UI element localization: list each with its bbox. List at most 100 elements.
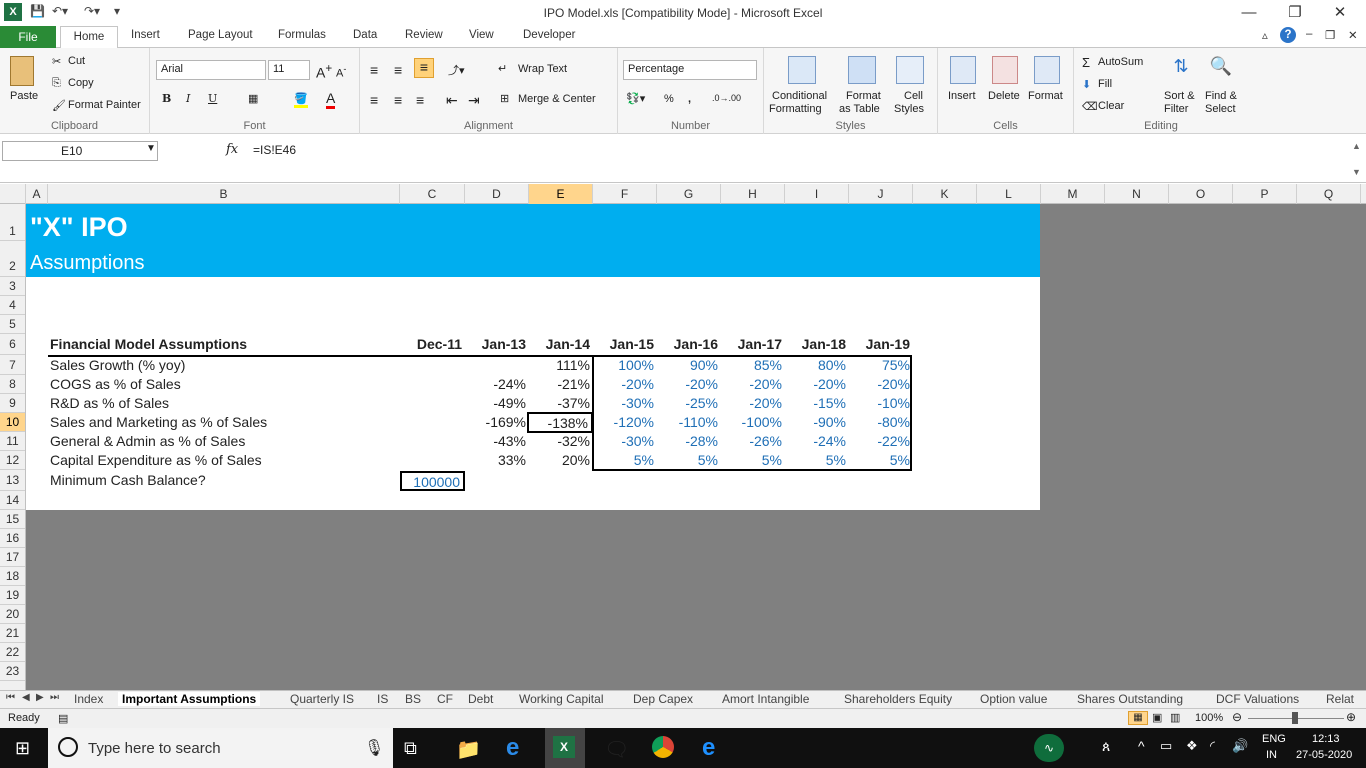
zoom-level[interactable]: 100%	[1195, 712, 1223, 724]
cell-j12[interactable]: 5%	[849, 451, 910, 470]
conditional-formatting-line1[interactable]: Conditional	[772, 90, 827, 102]
minimize-icon[interactable]: —	[1234, 2, 1264, 24]
cell-f9[interactable]: -30%	[593, 394, 654, 413]
increase-indent-icon[interactable]: ⇥	[468, 92, 480, 109]
sheet-tab-working-capital[interactable]: Working Capital	[519, 692, 603, 706]
period-header-g[interactable]: Jan-16	[657, 335, 718, 354]
people-icon[interactable]: ጰ	[1102, 738, 1110, 755]
cell-g8[interactable]: -20%	[657, 375, 718, 394]
insert-function-icon[interactable]: fx	[226, 142, 238, 157]
tab-developer[interactable]: Developer	[523, 29, 575, 41]
col-header-o[interactable]: O	[1169, 184, 1233, 204]
sheet-tab-relat[interactable]: Relat	[1326, 692, 1354, 706]
col-header-k[interactable]: K	[913, 184, 977, 204]
sheet-tab-option-value[interactable]: Option value	[980, 692, 1047, 706]
period-header-i[interactable]: Jan-18	[785, 335, 846, 354]
cell-g10[interactable]: -110%	[657, 413, 718, 432]
col-header-h[interactable]: H	[721, 184, 785, 204]
sheet-tab-is[interactable]: IS	[377, 692, 388, 706]
format-as-table-line1[interactable]: Format	[846, 90, 881, 102]
decrease-indent-icon[interactable]: ⇤	[446, 92, 458, 109]
cell-i11[interactable]: -24%	[785, 432, 846, 451]
wrap-text-icon[interactable]: ↵	[498, 62, 507, 75]
insert-cells-button[interactable]: Insert	[948, 90, 976, 102]
format-as-table-icon[interactable]	[848, 56, 876, 84]
row-label-min-cash[interactable]: Minimum Cash Balance?	[50, 471, 206, 490]
row-header-15[interactable]: 15	[0, 510, 25, 529]
last-sheet-icon[interactable]: ⏭	[50, 692, 59, 703]
row-label-capex[interactable]: Capital Expenditure as % of Sales	[50, 451, 262, 470]
page-layout-view-icon[interactable]: ▣	[1152, 711, 1162, 724]
row-label-cogs[interactable]: COGS as % of Sales	[50, 375, 181, 394]
task-view-icon[interactable]: ⧉	[404, 738, 417, 759]
next-sheet-icon[interactable]: ▶	[36, 692, 44, 703]
row-header-22[interactable]: 22	[0, 643, 25, 662]
col-header-q[interactable]: Q	[1297, 184, 1361, 204]
format-painter-icon[interactable]: 🖌	[52, 99, 66, 112]
cell-f10[interactable]: -120%	[593, 413, 654, 432]
tab-view[interactable]: View	[469, 29, 494, 41]
cell-h7[interactable]: 85%	[721, 356, 782, 375]
cell-e8[interactable]: -21%	[529, 375, 590, 394]
period-header-c[interactable]: Dec-11	[400, 335, 462, 354]
workbook-close-icon[interactable]: ✕	[1348, 28, 1358, 42]
cell-f12[interactable]: 5%	[593, 451, 654, 470]
sheet-tab-cf[interactable]: CF	[437, 692, 453, 706]
tab-file[interactable]: File	[0, 26, 56, 48]
row-header-3[interactable]: 3	[0, 277, 25, 296]
name-box-dropdown-icon[interactable]: ▼	[146, 143, 156, 154]
tab-review[interactable]: Review	[405, 29, 443, 41]
edge-icon[interactable]: e	[506, 734, 519, 762]
cell-h10[interactable]: -100%	[721, 413, 782, 432]
app-taskbar-icon[interactable]: 🗨	[604, 737, 629, 762]
cell-i8[interactable]: -20%	[785, 375, 846, 394]
cell-j7[interactable]: 75%	[849, 356, 910, 375]
volume-icon[interactable]: 🔊	[1232, 738, 1248, 754]
minimize-ribbon-icon[interactable]: ▵	[1262, 28, 1268, 42]
cell-j11[interactable]: -22%	[849, 432, 910, 451]
file-explorer-icon[interactable]: 📁	[456, 737, 481, 762]
find-select-line1[interactable]: Find &	[1205, 90, 1237, 102]
activity-monitor-icon[interactable]: ∿	[1034, 734, 1064, 762]
clear-button[interactable]: Clear	[1098, 100, 1124, 112]
paste-button[interactable]: Paste	[10, 90, 38, 102]
period-header-h[interactable]: Jan-17	[721, 335, 782, 354]
fill-button[interactable]: Fill	[1098, 78, 1112, 90]
workbook-restore-icon[interactable]: ❐	[1325, 28, 1335, 42]
copy-button[interactable]: Copy	[68, 77, 94, 89]
percent-style-icon[interactable]: %	[664, 93, 674, 105]
font-color-icon[interactable]: A	[326, 90, 336, 109]
workbook-minimize-icon[interactable]: –	[1306, 28, 1312, 40]
wrap-text-button[interactable]: Wrap Text	[518, 63, 567, 75]
sheet-subtitle[interactable]: Assumptions	[30, 252, 145, 275]
row-header-11[interactable]: 11	[0, 432, 25, 451]
cell-c13-min-cash[interactable]: 100000	[400, 471, 465, 491]
paste-icon[interactable]	[10, 56, 34, 86]
format-painter-button[interactable]: Format Painter	[68, 99, 141, 111]
help-icon[interactable]: ?	[1280, 27, 1296, 43]
delete-cells-button[interactable]: Delete	[988, 90, 1020, 102]
sort-filter-icon[interactable]: ⇅	[1168, 56, 1194, 84]
fill-icon[interactable]: ⬇	[1082, 78, 1091, 91]
chrome-icon[interactable]	[652, 736, 674, 758]
collapse-formula-bar-icon[interactable]: ▼	[1352, 167, 1361, 177]
align-top-icon[interactable]: ≡	[370, 62, 378, 78]
sheet-tab-dep-capex[interactable]: Dep Capex	[633, 692, 693, 706]
tab-data[interactable]: Data	[353, 29, 377, 41]
grow-font-icon[interactable]: A+	[316, 62, 332, 81]
col-header-m[interactable]: M	[1041, 184, 1105, 204]
align-center-icon[interactable]: ≡	[394, 92, 402, 108]
col-header-n[interactable]: N	[1105, 184, 1169, 204]
language-code[interactable]: ENG	[1262, 733, 1286, 745]
clock-time[interactable]: 12:13	[1312, 733, 1340, 745]
align-left-icon[interactable]: ≡	[370, 92, 378, 108]
row-header-6[interactable]: 6	[0, 334, 25, 355]
zoom-in-icon[interactable]: ⊕	[1346, 710, 1356, 724]
row-header-20[interactable]: 20	[0, 605, 25, 624]
cell-h9[interactable]: -20%	[721, 394, 782, 413]
col-header-p[interactable]: P	[1233, 184, 1297, 204]
row-header-5[interactable]: 5	[0, 315, 25, 334]
sheet-content[interactable]: "X" IPO Assumptions Financial Model Assu…	[26, 204, 1040, 510]
cell-j10[interactable]: -80%	[849, 413, 910, 432]
find-select-icon[interactable]: 🔍	[1208, 56, 1234, 84]
